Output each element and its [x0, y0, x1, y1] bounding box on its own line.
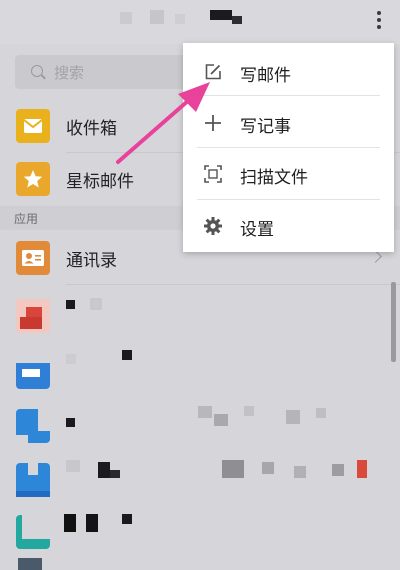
pixelated-text [332, 464, 344, 476]
pixelated-text [262, 462, 274, 474]
menu-label-settings: 设置 [240, 220, 274, 240]
pixelated-text [66, 354, 76, 364]
pixelated-text [66, 418, 75, 427]
pixelated-text [86, 514, 98, 532]
pixelated-text [198, 406, 212, 418]
pixelated-text [222, 460, 244, 478]
divider [66, 284, 400, 285]
gear-icon [203, 216, 223, 236]
chevron-right-icon [369, 250, 382, 263]
app-icon [16, 409, 50, 443]
apps-section-label: 应用 [14, 212, 39, 226]
app-row-obscured[interactable] [0, 506, 400, 558]
app-icon [16, 515, 50, 549]
options-menu: 写邮件 写记事 扫描文件 设置 [183, 43, 394, 252]
search-bar[interactable]: 搜索 [15, 55, 190, 89]
app-row-obscured[interactable] [0, 290, 400, 342]
contacts-label: 通讯录 [66, 251, 117, 271]
header-bar [0, 0, 400, 44]
menu-divider [197, 95, 380, 96]
pixelated-title [175, 14, 185, 24]
scrollbar[interactable] [391, 282, 396, 362]
pixelated-text [64, 514, 76, 532]
pixelated-text [294, 466, 306, 478]
inbox-label: 收件箱 [66, 119, 117, 139]
menu-item-compose[interactable]: 写邮件 [183, 46, 394, 98]
menu-label-compose: 写邮件 [240, 66, 291, 86]
pixelated-text [98, 462, 110, 478]
pixelated-title [232, 16, 242, 24]
more-options-icon[interactable] [372, 9, 386, 31]
menu-item-scan[interactable]: 扫描文件 [183, 148, 394, 200]
mail-icon [16, 109, 50, 143]
app-row-obscured[interactable] [0, 454, 400, 506]
search-placeholder: 搜索 [54, 64, 85, 82]
app-icon [16, 463, 50, 497]
menu-item-settings[interactable]: 设置 [183, 200, 394, 252]
pixelated-title [210, 10, 232, 20]
pixelated-text [122, 514, 132, 524]
contacts-icon [16, 241, 50, 275]
pixelated-text [90, 298, 102, 310]
menu-label-scan: 扫描文件 [240, 168, 308, 188]
app-icon [16, 355, 50, 389]
pixelated-text [110, 470, 120, 478]
app-icon [16, 299, 50, 333]
pixelated-text [357, 460, 367, 478]
pixelated-text [122, 350, 132, 360]
search-icon [31, 65, 43, 77]
app-row-obscured[interactable] [0, 346, 400, 398]
pixelated-title [150, 10, 164, 24]
pixelated-text [316, 408, 326, 418]
app-row-obscured[interactable] [0, 400, 400, 452]
starred-label: 星标邮件 [66, 172, 134, 192]
menu-label-new-note: 写记事 [240, 117, 291, 137]
pixelated-text [66, 460, 80, 472]
star-icon [16, 162, 50, 196]
plus-icon [203, 113, 223, 133]
pixelated-text [214, 414, 228, 426]
pixelated-text [286, 410, 300, 424]
pixelated-text [244, 406, 254, 416]
pixelated-title [120, 12, 132, 24]
compose-icon [203, 62, 223, 82]
menu-item-new-note[interactable]: 写记事 [183, 97, 394, 149]
scan-icon [203, 164, 223, 184]
pixelated-text [66, 300, 75, 309]
partial-app-icon [18, 558, 42, 570]
